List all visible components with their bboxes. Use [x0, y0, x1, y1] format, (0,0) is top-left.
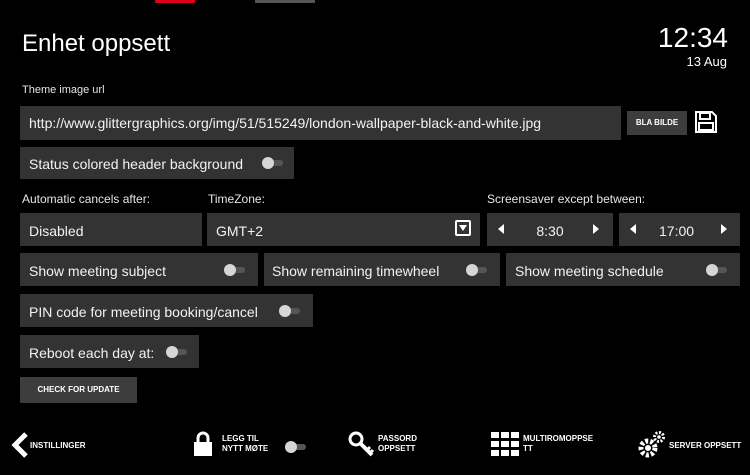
grid-icon: [491, 432, 521, 456]
screensaver-end-stepper[interactable]: 17:00: [619, 213, 740, 246]
reboot-label: Reboot each day at:: [29, 345, 155, 361]
add-meeting-label-2: NYTT MØTE: [222, 444, 269, 453]
multiroom-setup-button[interactable]: MULTIROMOPPSE TT: [491, 431, 601, 459]
add-meeting-label-1: LEGG TIL: [222, 434, 259, 443]
meeting-schedule-toggle[interactable]: [706, 264, 730, 276]
remaining-timewheel-label: Show remaining timewheel: [272, 263, 440, 279]
increment-start-icon[interactable]: [593, 224, 599, 234]
status-header-toggle[interactable]: [262, 157, 286, 169]
timezone-value: GMT+2: [216, 223, 264, 239]
screensaver-end-value: 17:00: [659, 223, 695, 239]
theme-url-label: Theme image url: [22, 84, 105, 96]
reboot-toggle[interactable]: [166, 346, 190, 358]
server-label: SERVER OPPSETT: [669, 441, 742, 450]
dropdown-arrow-icon[interactable]: [455, 220, 471, 236]
save-icon[interactable]: [694, 110, 718, 134]
check-update-button[interactable]: CHECK FOR UPDATE: [20, 377, 137, 403]
meeting-schedule-toggle-row[interactable]: Show meeting schedule: [506, 253, 740, 286]
multiroom-label-1: MULTIROMOPPSE: [523, 434, 594, 443]
gears-icon: [638, 430, 666, 460]
auto-cancel-value: Disabled: [29, 223, 84, 239]
meeting-subject-toggle-row[interactable]: Show meeting subject: [20, 253, 258, 286]
password-label-2: OPPSETT: [378, 444, 416, 453]
chevron-left-icon: [10, 432, 30, 458]
pin-code-label: PIN code for meeting booking/cancel: [29, 304, 258, 320]
meeting-subject-label: Show meeting subject: [29, 263, 166, 279]
theme-url-field[interactable]: http://www.glittergraphics.org/img/51/51…: [20, 106, 621, 140]
page-title: Enhet oppsett: [22, 30, 171, 57]
status-header-label: Status colored header background: [29, 156, 244, 172]
key-icon: [348, 431, 376, 457]
auto-cancel-select[interactable]: Disabled: [20, 213, 202, 246]
remaining-timewheel-toggle[interactable]: [466, 264, 490, 276]
screensaver-label: Screensaver except between:: [487, 192, 646, 206]
timezone-label: TimeZone:: [208, 192, 265, 206]
multiroom-label-2: TT: [523, 444, 533, 453]
screensaver-start-stepper[interactable]: 8:30: [487, 213, 613, 246]
meeting-schedule-label: Show meeting schedule: [515, 263, 664, 279]
clock-time: 12:34: [657, 22, 728, 53]
add-meeting-toggle[interactable]: [285, 441, 309, 453]
clock-date: 13 Aug: [686, 54, 728, 69]
pin-code-toggle-row[interactable]: PIN code for meeting booking/cancel: [20, 294, 313, 327]
back-button[interactable]: INSTILLINGER: [10, 432, 120, 458]
status-header-toggle-row[interactable]: Status colored header background: [20, 147, 294, 179]
password-label-1: PASSORD: [378, 434, 417, 443]
increment-end-icon[interactable]: [721, 224, 727, 234]
meeting-subject-toggle[interactable]: [224, 264, 248, 276]
reboot-toggle-row[interactable]: Reboot each day at:: [20, 335, 199, 368]
remaining-timewheel-toggle-row[interactable]: Show remaining timewheel: [264, 253, 500, 286]
add-meeting-button[interactable]: LEGG TIL NYTT MØTE: [193, 431, 306, 459]
timezone-select[interactable]: GMT+2: [207, 213, 480, 246]
lock-icon: [193, 431, 213, 457]
back-label: INSTILLINGER: [30, 441, 86, 450]
server-setup-button[interactable]: SERVER OPPSETT: [638, 430, 750, 460]
decrement-end-icon[interactable]: [630, 224, 636, 234]
browse-image-button[interactable]: BLA BILDE: [627, 111, 687, 135]
auto-cancel-label: Automatic cancels after:: [22, 192, 151, 206]
password-setup-button[interactable]: PASSORD OPPSETT: [348, 431, 438, 459]
pin-code-toggle[interactable]: [279, 305, 303, 317]
top-accent-strip: [155, 0, 325, 3]
theme-url-value: http://www.glittergraphics.org/img/51/51…: [29, 115, 542, 131]
